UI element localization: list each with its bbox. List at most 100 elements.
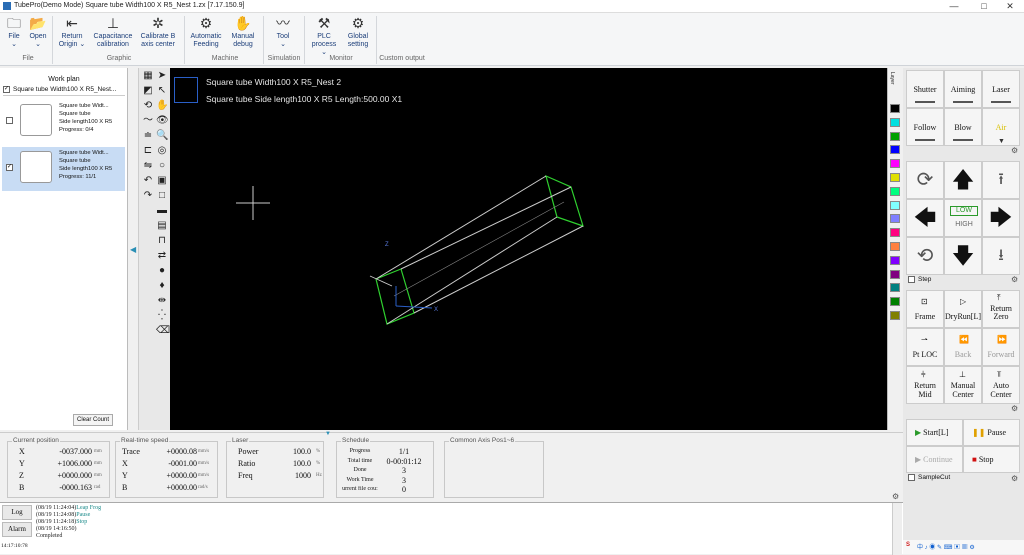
rotate-ccw-button[interactable]: ⟲ (906, 237, 944, 275)
stop-button[interactable]: ■ Stop (963, 446, 1020, 473)
grid-array-icon[interactable]: ▤ (156, 220, 168, 232)
rotate-cw-button[interactable]: ⟳ (906, 161, 944, 199)
auto-center-button[interactable]: ⫪ Auto Center (982, 366, 1020, 404)
frame-button[interactable]: ⊡ Frame (906, 290, 944, 328)
move-right-button[interactable]: 🡆 (982, 199, 1020, 237)
drawing-canvas[interactable]: Square tube Width100 X R5_Nest 2 Square … (170, 68, 887, 430)
spread-icon[interactable]: ⇹ (156, 295, 168, 307)
move-up-button[interactable]: 🡅 (944, 161, 982, 199)
dryrun-button[interactable]: ▷ DryRun[L] (944, 290, 982, 328)
close-button[interactable]: ✕ (996, 1, 1024, 12)
return-zero-button[interactable]: ⤒ Return Zero (982, 290, 1020, 328)
gear-icon[interactable]: ⚙ (1011, 474, 1018, 483)
layer-color-swatch[interactable] (890, 200, 900, 210)
drop-down-icon[interactable]: ♦ (156, 280, 168, 292)
move-down-button[interactable]: 🡇 (944, 237, 982, 275)
collapse-panel-icon[interactable]: ◀ (130, 245, 136, 254)
gear-icon[interactable]: ⚙ (892, 492, 899, 501)
image-icon[interactable]: ▣ (156, 175, 168, 187)
layer-color-swatch[interactable] (890, 186, 900, 196)
drop-icon[interactable]: ● (156, 265, 168, 277)
circle-target-icon[interactable]: ◎ (156, 145, 168, 157)
gear-icon[interactable]: ⚙ (1011, 146, 1018, 155)
grid-icon[interactable]: ▦ (142, 70, 154, 82)
layer-color-swatch[interactable] (890, 214, 900, 224)
layer-color-swatch[interactable] (890, 255, 900, 265)
automatic-feeding-button[interactable]: ⚙ Automatic Feeding (188, 15, 224, 49)
rotate-icon[interactable]: ⟲ (142, 100, 154, 112)
maximize-button[interactable]: □ (970, 1, 998, 11)
shutter-button[interactable]: Shutter (906, 70, 944, 108)
part-checkbox[interactable]: ✓ (6, 164, 13, 171)
open-button[interactable]: 📂 Open ⌄ (27, 15, 49, 49)
pt-loc-button[interactable]: ⇀ Pt LOC (906, 328, 944, 366)
undo-icon[interactable]: ↶ (142, 175, 154, 187)
dots-icon[interactable]: ⁛ (156, 310, 168, 322)
ruler-icon[interactable]: ≐ (142, 130, 154, 142)
pointer-icon[interactable]: ↖ (156, 85, 168, 97)
layer-tab[interactable]: Layer (889, 72, 895, 85)
layer-color-swatch[interactable] (890, 283, 900, 293)
layer-color-swatch[interactable] (890, 269, 900, 279)
gear-icon[interactable]: ⚙ (1011, 275, 1018, 284)
layer-color-swatch[interactable] (890, 159, 900, 169)
rect-fill-icon[interactable]: ▬ (156, 205, 168, 217)
minimize-button[interactable]: — (940, 1, 968, 11)
collapse-status-icon[interactable]: ▼ (325, 431, 331, 437)
eye-icon[interactable]: 👁 (156, 115, 169, 127)
lead-icon[interactable]: ⊓ (156, 235, 168, 247)
layer-color-swatch[interactable] (890, 131, 900, 141)
move-left-button[interactable]: 🡄 (906, 199, 944, 237)
layer-color-swatch[interactable] (890, 117, 900, 127)
calibrate-b-axis-button[interactable]: ✲ Calibrate B axis center (137, 15, 179, 49)
alarm-tab[interactable]: Alarm (2, 522, 32, 537)
log-scrollbar[interactable] (892, 503, 902, 555)
manual-center-button[interactable]: ⊥ Manual Center (944, 366, 982, 404)
layer-color-swatch[interactable] (890, 145, 900, 155)
return-origin-button[interactable]: ⇤ Return Origin ⌄ (56, 15, 88, 49)
eraser-icon[interactable]: ⌫ (156, 325, 170, 337)
samplecut-checkbox[interactable]: SampleCut (908, 474, 950, 481)
layer-color-swatch[interactable] (890, 228, 900, 238)
part-item[interactable]: ✓ Square tube Widt... Square tube Side l… (2, 147, 125, 191)
swap-icon[interactable]: ⇄ (156, 250, 168, 262)
curve-icon[interactable]: 〜 (142, 115, 154, 127)
blow-button[interactable]: Blow (944, 108, 982, 146)
clear-count-button[interactable]: Clear Count (73, 414, 113, 426)
layer-color-swatch[interactable] (890, 297, 900, 307)
return-mid-button[interactable]: ⫩ Return Mid (906, 366, 944, 404)
redo-icon[interactable]: ↷ (142, 190, 154, 202)
file-button[interactable]: 🗀 File ⌄ (4, 15, 24, 49)
speed-toggle[interactable]: LOW HIGH (944, 199, 982, 237)
follow-button[interactable]: Follow (906, 108, 944, 146)
forward-button[interactable]: ⏩ Forward (982, 328, 1020, 366)
circle-icon[interactable]: ○ (156, 160, 168, 172)
tray-icons[interactable]: 中 ♪ ◉ ✎ ⌨ ▣ ▦ ⚙ (917, 542, 975, 551)
step-checkbox[interactable]: Step (908, 276, 931, 283)
gear-icon[interactable]: ⚙ (1011, 404, 1018, 413)
pause-button[interactable]: ❚❚ Pause (963, 419, 1020, 446)
hand-pan-icon[interactable]: ✋ (156, 100, 168, 112)
air-button[interactable]: Air ▼ (982, 108, 1020, 146)
aiming-button[interactable]: Aiming (944, 70, 982, 108)
manual-debug-button[interactable]: ✋ Manual debug (227, 15, 259, 49)
zoom-icon[interactable]: 🔍 (156, 130, 168, 142)
layer-color-swatch[interactable] (890, 173, 900, 182)
capacitance-calibration-button[interactable]: ⊥ Capacitance calibration (92, 15, 134, 49)
node-edit-icon[interactable]: ◩ (142, 85, 154, 97)
select-all-checkbox[interactable]: ✓ (3, 86, 10, 93)
rectangle-icon[interactable]: □ (156, 190, 168, 202)
part-checkbox[interactable] (6, 117, 13, 124)
bracket-icon[interactable]: ⊏ (142, 145, 154, 157)
layer-color-swatch[interactable] (890, 311, 900, 320)
global-setting-button[interactable]: ⚙ Global setting (342, 15, 374, 49)
back-button[interactable]: ⏪ Back (944, 328, 982, 366)
layer-color-swatch[interactable] (890, 242, 900, 251)
tool-button[interactable]: 〰 Tool ⌄ (268, 15, 298, 49)
ime-icon[interactable]: S (906, 542, 910, 548)
z-up-button[interactable]: ⭱ (982, 161, 1020, 199)
layer-color-swatch[interactable] (890, 104, 900, 113)
continue-button[interactable]: ▶ Continue (906, 446, 963, 473)
z-down-button[interactable]: ⭳ (982, 237, 1020, 275)
start-button[interactable]: ▶ Start[L] (906, 419, 963, 446)
